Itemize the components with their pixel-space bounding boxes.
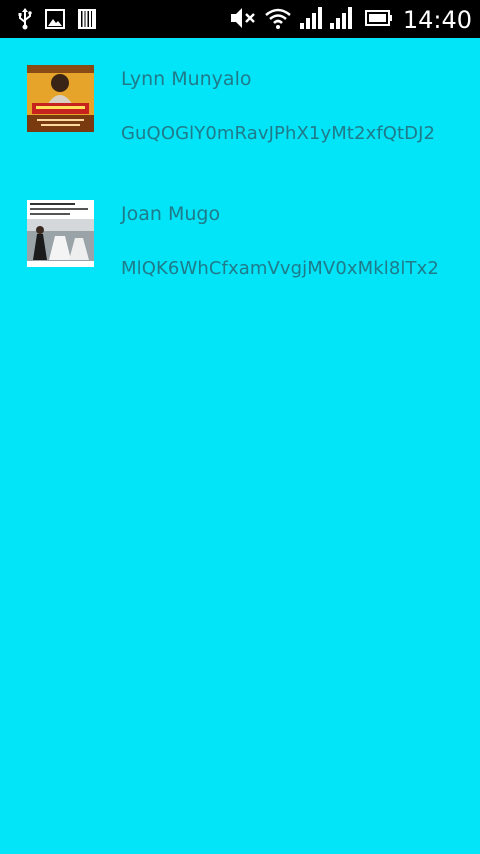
signal-icon	[299, 6, 323, 34]
mute-icon	[229, 6, 257, 34]
contact-token: GuQOGlY0mRavJPhX1yMt2xfQtDJ2	[121, 123, 436, 144]
battery-icon	[364, 10, 393, 30]
list-item[interactable]: Joan Mugo MlQK6WhCfxamVvgjMV0xMkl8lTx2	[0, 173, 480, 293]
image-icon	[45, 9, 65, 33]
signal-icon-2	[329, 6, 353, 34]
usb-icon	[18, 8, 32, 34]
wifi-icon	[265, 7, 291, 33]
contact-name: Lynn Munyalo	[121, 68, 252, 90]
list-item[interactable]: Lynn Munyalo GuQOGlY0mRavJPhX1yMt2xfQtDJ…	[0, 38, 480, 158]
contact-name: Joan Mugo	[121, 203, 221, 225]
status-bar: 14:40	[0, 0, 480, 38]
clock: 14:40	[402, 6, 472, 34]
wedding-photo-thumbnail	[27, 200, 94, 267]
barcode-icon	[78, 9, 96, 33]
flyer-thumbnail	[27, 65, 94, 132]
contact-token: MlQK6WhCfxamVvgjMV0xMkl8lTx2	[121, 258, 439, 279]
